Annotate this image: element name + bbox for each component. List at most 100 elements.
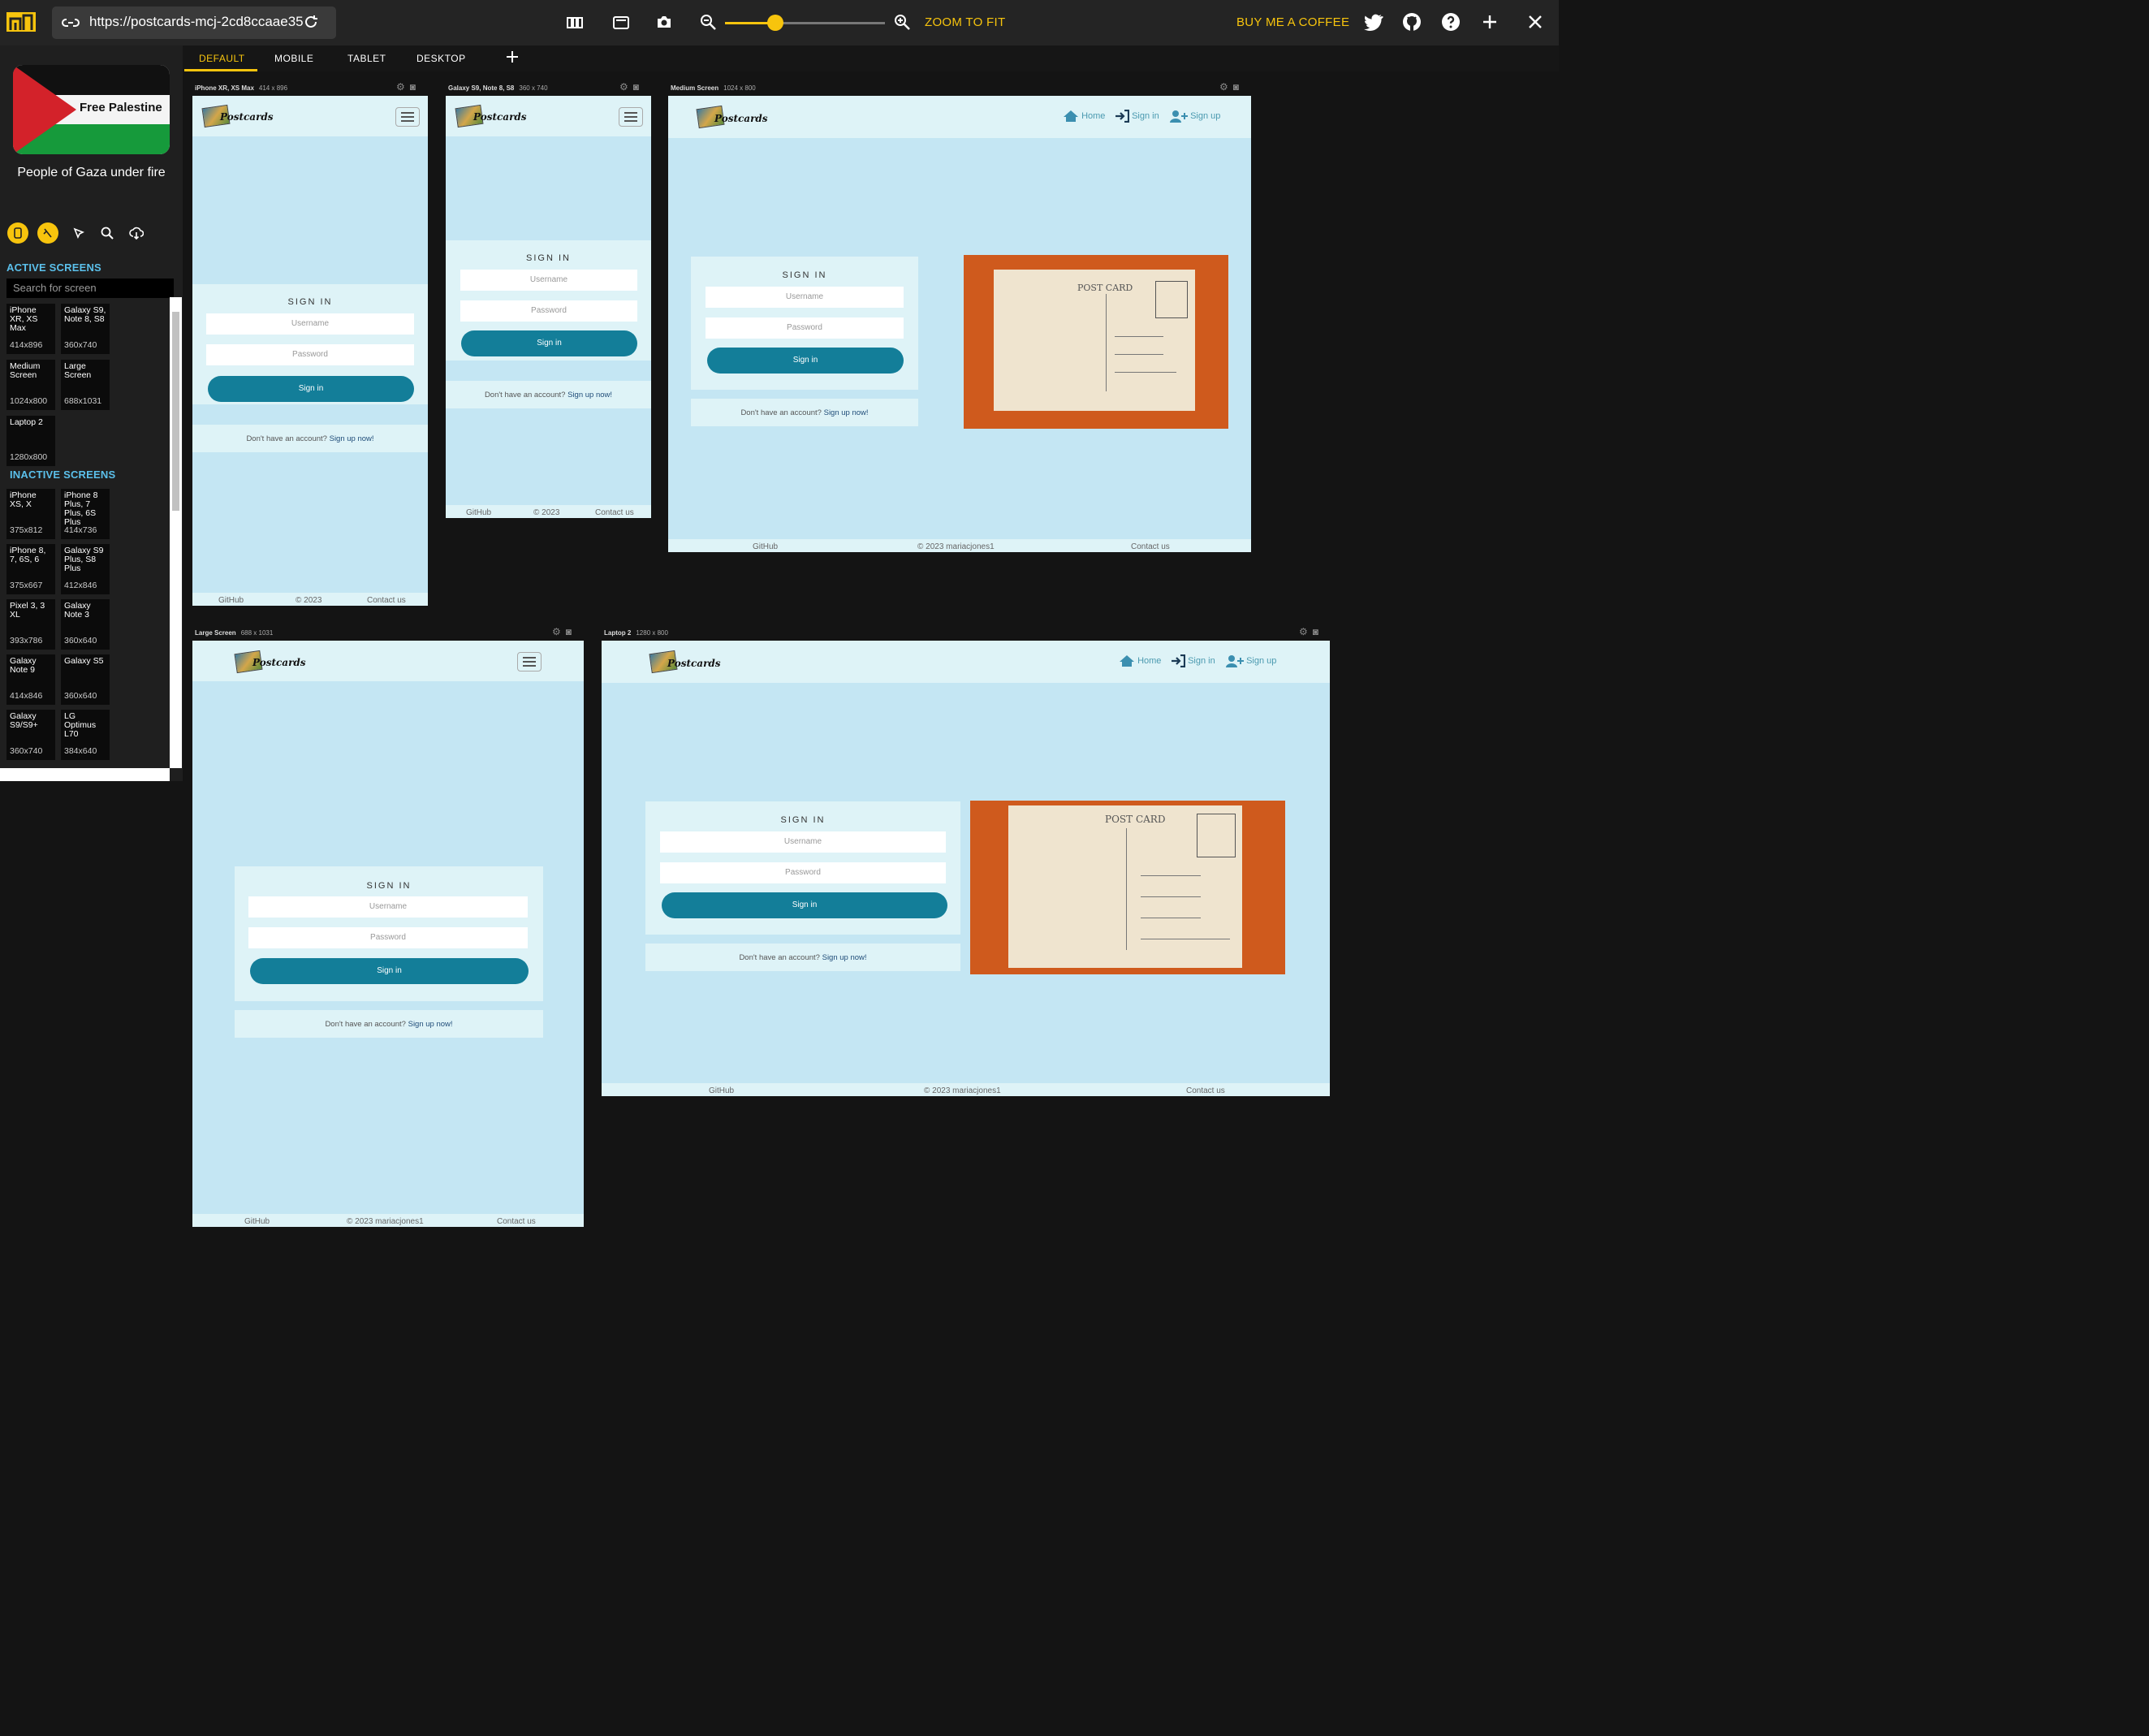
banner-text: Free Palestine (80, 101, 162, 114)
brand-name[interactable]: Postcards (473, 111, 527, 123)
tab-desktop[interactable]: DESKTOP (416, 53, 466, 64)
footer-github-link[interactable]: GitHub (753, 542, 778, 551)
hamburger-menu-icon[interactable] (395, 107, 420, 127)
username-input[interactable]: Username (706, 287, 904, 308)
screen-tile[interactable]: Galaxy Note 9 414x846 (6, 654, 55, 705)
password-input[interactable]: Password (206, 344, 414, 365)
device-actions-icon[interactable]: ⚙◙ (552, 626, 576, 637)
sync-interactions-icon[interactable] (37, 222, 58, 244)
nav-sign-up[interactable]: Sign up (1170, 110, 1220, 123)
footer-contact-link[interactable]: Contact us (367, 596, 406, 605)
zoom-in-icon[interactable] (893, 13, 911, 35)
screen-tile[interactable]: iPhone XS, X 375x812 (6, 489, 55, 539)
add-tab-icon[interactable] (505, 50, 520, 68)
footer-github-link[interactable]: GitHub (244, 1217, 270, 1226)
sign-in-button[interactable]: Sign in (707, 348, 904, 374)
nav-home[interactable]: Home (1063, 110, 1105, 123)
reload-icon[interactable] (302, 13, 320, 35)
screen-tile[interactable]: LG Optimus L70 384x640 (61, 710, 110, 760)
sign-up-link[interactable]: Sign up now! (822, 953, 867, 962)
brand-name[interactable]: Postcards (252, 657, 306, 668)
zoom-out-icon[interactable] (699, 13, 717, 35)
username-input[interactable]: Username (460, 270, 637, 291)
screen-tile[interactable]: Large Screen 688x1031 (61, 360, 110, 410)
screen-tile[interactable]: Galaxy S5 360x640 (61, 654, 110, 705)
hamburger-menu-icon[interactable] (619, 107, 643, 127)
close-icon[interactable] (1526, 13, 1544, 35)
footer-github-link[interactable]: GitHub (709, 1086, 734, 1095)
footer-contact-link[interactable]: Contact us (595, 508, 634, 517)
sidebar-horizontal-scrollbar[interactable] (0, 768, 170, 781)
add-icon[interactable] (1481, 13, 1499, 35)
camera-icon[interactable] (655, 13, 673, 35)
screen-tile[interactable]: iPhone 8, 7, 6S, 6 375x667 (6, 544, 55, 594)
footer-github-link[interactable]: GitHub (218, 596, 244, 605)
url-text[interactable]: https://postcards-mcj-2cd8ccaae35 (89, 14, 304, 30)
screen-tile[interactable]: Laptop 2 1280x800 (6, 416, 55, 466)
sidebar-scrollbar[interactable] (170, 297, 182, 768)
device-label: Laptop 2 1280 x 800 (604, 629, 668, 637)
home-icon (1120, 655, 1134, 667)
password-input[interactable]: Password (460, 300, 637, 322)
nav-home[interactable]: Home (1119, 654, 1161, 667)
device-frame-large-screen: Postcards SIGN IN Username Password Sign… (192, 641, 584, 1227)
password-input[interactable]: Password (248, 927, 528, 948)
help-icon[interactable] (1441, 12, 1461, 36)
cloud-download-icon[interactable] (126, 222, 147, 244)
layout-columns-icon[interactable] (566, 14, 584, 36)
password-input[interactable]: Password (706, 317, 904, 339)
nav-sign-in[interactable]: Sign in (1171, 654, 1215, 668)
screen-tile[interactable]: Galaxy S9/S9+ 360x740 (6, 710, 55, 760)
tab-mobile[interactable]: MOBILE (274, 53, 313, 64)
device-frame-icon[interactable] (612, 14, 630, 36)
password-input[interactable]: Password (660, 862, 946, 883)
screen-tile[interactable]: iPhone 8 Plus, 7 Plus, 6S Plus 414x736 (61, 489, 110, 539)
device-actions-icon[interactable]: ⚙◙ (396, 81, 421, 93)
cursor-icon[interactable] (68, 222, 89, 244)
sign-up-link[interactable]: Sign up now! (824, 408, 869, 417)
github-icon[interactable] (1402, 12, 1422, 36)
brand-name[interactable]: Postcards (667, 658, 721, 669)
sign-up-link[interactable]: Sign up now! (408, 1020, 453, 1029)
username-input[interactable]: Username (206, 313, 414, 335)
nav-sign-up[interactable]: Sign up (1226, 654, 1276, 667)
hamburger-menu-icon[interactable] (517, 652, 542, 672)
sign-up-prompt: Don't have an account? Sign up now! (192, 425, 428, 452)
inspect-icon[interactable] (97, 222, 118, 244)
sign-up-link[interactable]: Sign up now! (330, 434, 374, 443)
tab-tablet[interactable]: TABLET (347, 53, 386, 64)
site-header: Postcards (446, 96, 651, 136)
buy-me-coffee-link[interactable]: BUY ME A COFFEE (1236, 15, 1349, 29)
sign-in-button[interactable]: Sign in (662, 892, 947, 918)
device-actions-icon[interactable]: ⚙◙ (1299, 626, 1323, 637)
zoom-slider-handle[interactable] (767, 15, 783, 31)
screen-tile[interactable]: iPhone XR, XS Max 414x896 (6, 304, 55, 354)
username-input[interactable]: Username (660, 831, 946, 853)
screen-tile[interactable]: Galaxy S9, Note 8, S8 360x740 (61, 304, 110, 354)
sign-in-button[interactable]: Sign in (208, 376, 414, 402)
device-actions-icon[interactable]: ⚙◙ (619, 81, 644, 93)
brand-name[interactable]: Postcards (714, 113, 768, 124)
footer-contact-link[interactable]: Contact us (1131, 542, 1170, 551)
link-icon (62, 14, 80, 36)
screen-search-input[interactable]: Search for screen (6, 279, 174, 298)
tab-default[interactable]: DEFAULT (199, 53, 245, 64)
sign-up-link[interactable]: Sign up now! (567, 391, 612, 399)
screen-tile[interactable]: Medium Screen 1024x800 (6, 360, 55, 410)
device-actions-icon[interactable]: ⚙◙ (1219, 81, 1244, 93)
footer-contact-link[interactable]: Contact us (497, 1217, 536, 1226)
sign-in-button[interactable]: Sign in (250, 958, 529, 984)
screen-tile[interactable]: Pixel 3, 3 XL 393x786 (6, 599, 55, 650)
app-logo-icon[interactable] (6, 11, 36, 33)
nav-sign-in[interactable]: Sign in (1115, 109, 1159, 123)
zoom-to-fit-button[interactable]: ZOOM TO FIT (925, 15, 1005, 29)
footer-contact-link[interactable]: Contact us (1186, 1086, 1225, 1095)
twitter-icon[interactable] (1364, 13, 1383, 35)
brand-name[interactable]: Postcards (220, 111, 274, 123)
footer-github-link[interactable]: GitHub (466, 508, 491, 517)
username-input[interactable]: Username (248, 896, 528, 918)
screen-tile[interactable]: Galaxy Note 3 360x640 (61, 599, 110, 650)
preview-mode-icon[interactable] (7, 222, 28, 244)
sign-in-button[interactable]: Sign in (461, 330, 637, 356)
screen-tile[interactable]: Galaxy S9 Plus, S8 Plus 412x846 (61, 544, 110, 594)
